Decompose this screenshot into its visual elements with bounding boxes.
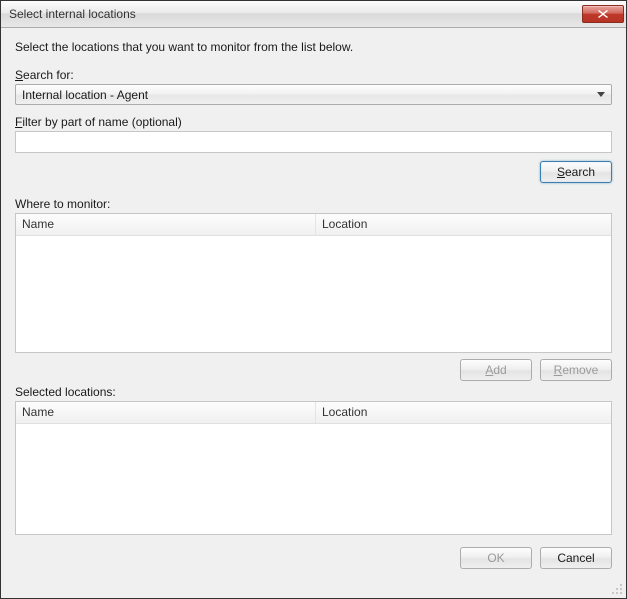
add-remove-row: Add Remove bbox=[15, 359, 612, 381]
selected-locations-label: Selected locations: bbox=[15, 385, 612, 399]
dialog-content: Select the locations that you want to mo… bbox=[1, 28, 626, 598]
titlebar: Select internal locations bbox=[1, 1, 626, 28]
cancel-button[interactable]: Cancel bbox=[540, 547, 612, 569]
filter-label: Filter by part of name (optional) bbox=[15, 115, 612, 129]
selected-list-header: Name Location bbox=[16, 402, 611, 424]
selected-list-body bbox=[16, 424, 611, 534]
monitor-list-header: Name Location bbox=[16, 214, 611, 236]
search-button[interactable]: Search bbox=[540, 161, 612, 183]
search-button-row: Search bbox=[15, 161, 612, 183]
resize-grip-icon[interactable] bbox=[611, 583, 623, 595]
footer-button-row: OK Cancel bbox=[15, 547, 612, 569]
instruction-text: Select the locations that you want to mo… bbox=[15, 40, 612, 54]
where-to-monitor-label: Where to monitor: bbox=[15, 197, 612, 211]
monitor-list[interactable]: Name Location bbox=[15, 213, 612, 353]
remove-button: Remove bbox=[540, 359, 612, 381]
window-title: Select internal locations bbox=[9, 7, 582, 21]
selected-list[interactable]: Name Location bbox=[15, 401, 612, 535]
close-button[interactable] bbox=[582, 5, 624, 23]
column-header-name[interactable]: Name bbox=[16, 214, 316, 235]
close-icon bbox=[598, 10, 608, 18]
column-header-location[interactable]: Location bbox=[316, 214, 611, 235]
search-for-label: Search for: bbox=[15, 68, 612, 82]
dialog-window: Select internal locations Select the loc… bbox=[0, 0, 627, 599]
dropdown-selected-value: Internal location - Agent bbox=[22, 88, 593, 102]
add-button: Add bbox=[460, 359, 532, 381]
ok-button: OK bbox=[460, 547, 532, 569]
column-header-name[interactable]: Name bbox=[16, 402, 316, 423]
chevron-down-icon bbox=[593, 92, 609, 97]
monitor-list-body bbox=[16, 236, 611, 352]
column-header-location[interactable]: Location bbox=[316, 402, 611, 423]
search-for-dropdown[interactable]: Internal location - Agent bbox=[15, 84, 612, 105]
filter-input[interactable] bbox=[15, 131, 612, 153]
